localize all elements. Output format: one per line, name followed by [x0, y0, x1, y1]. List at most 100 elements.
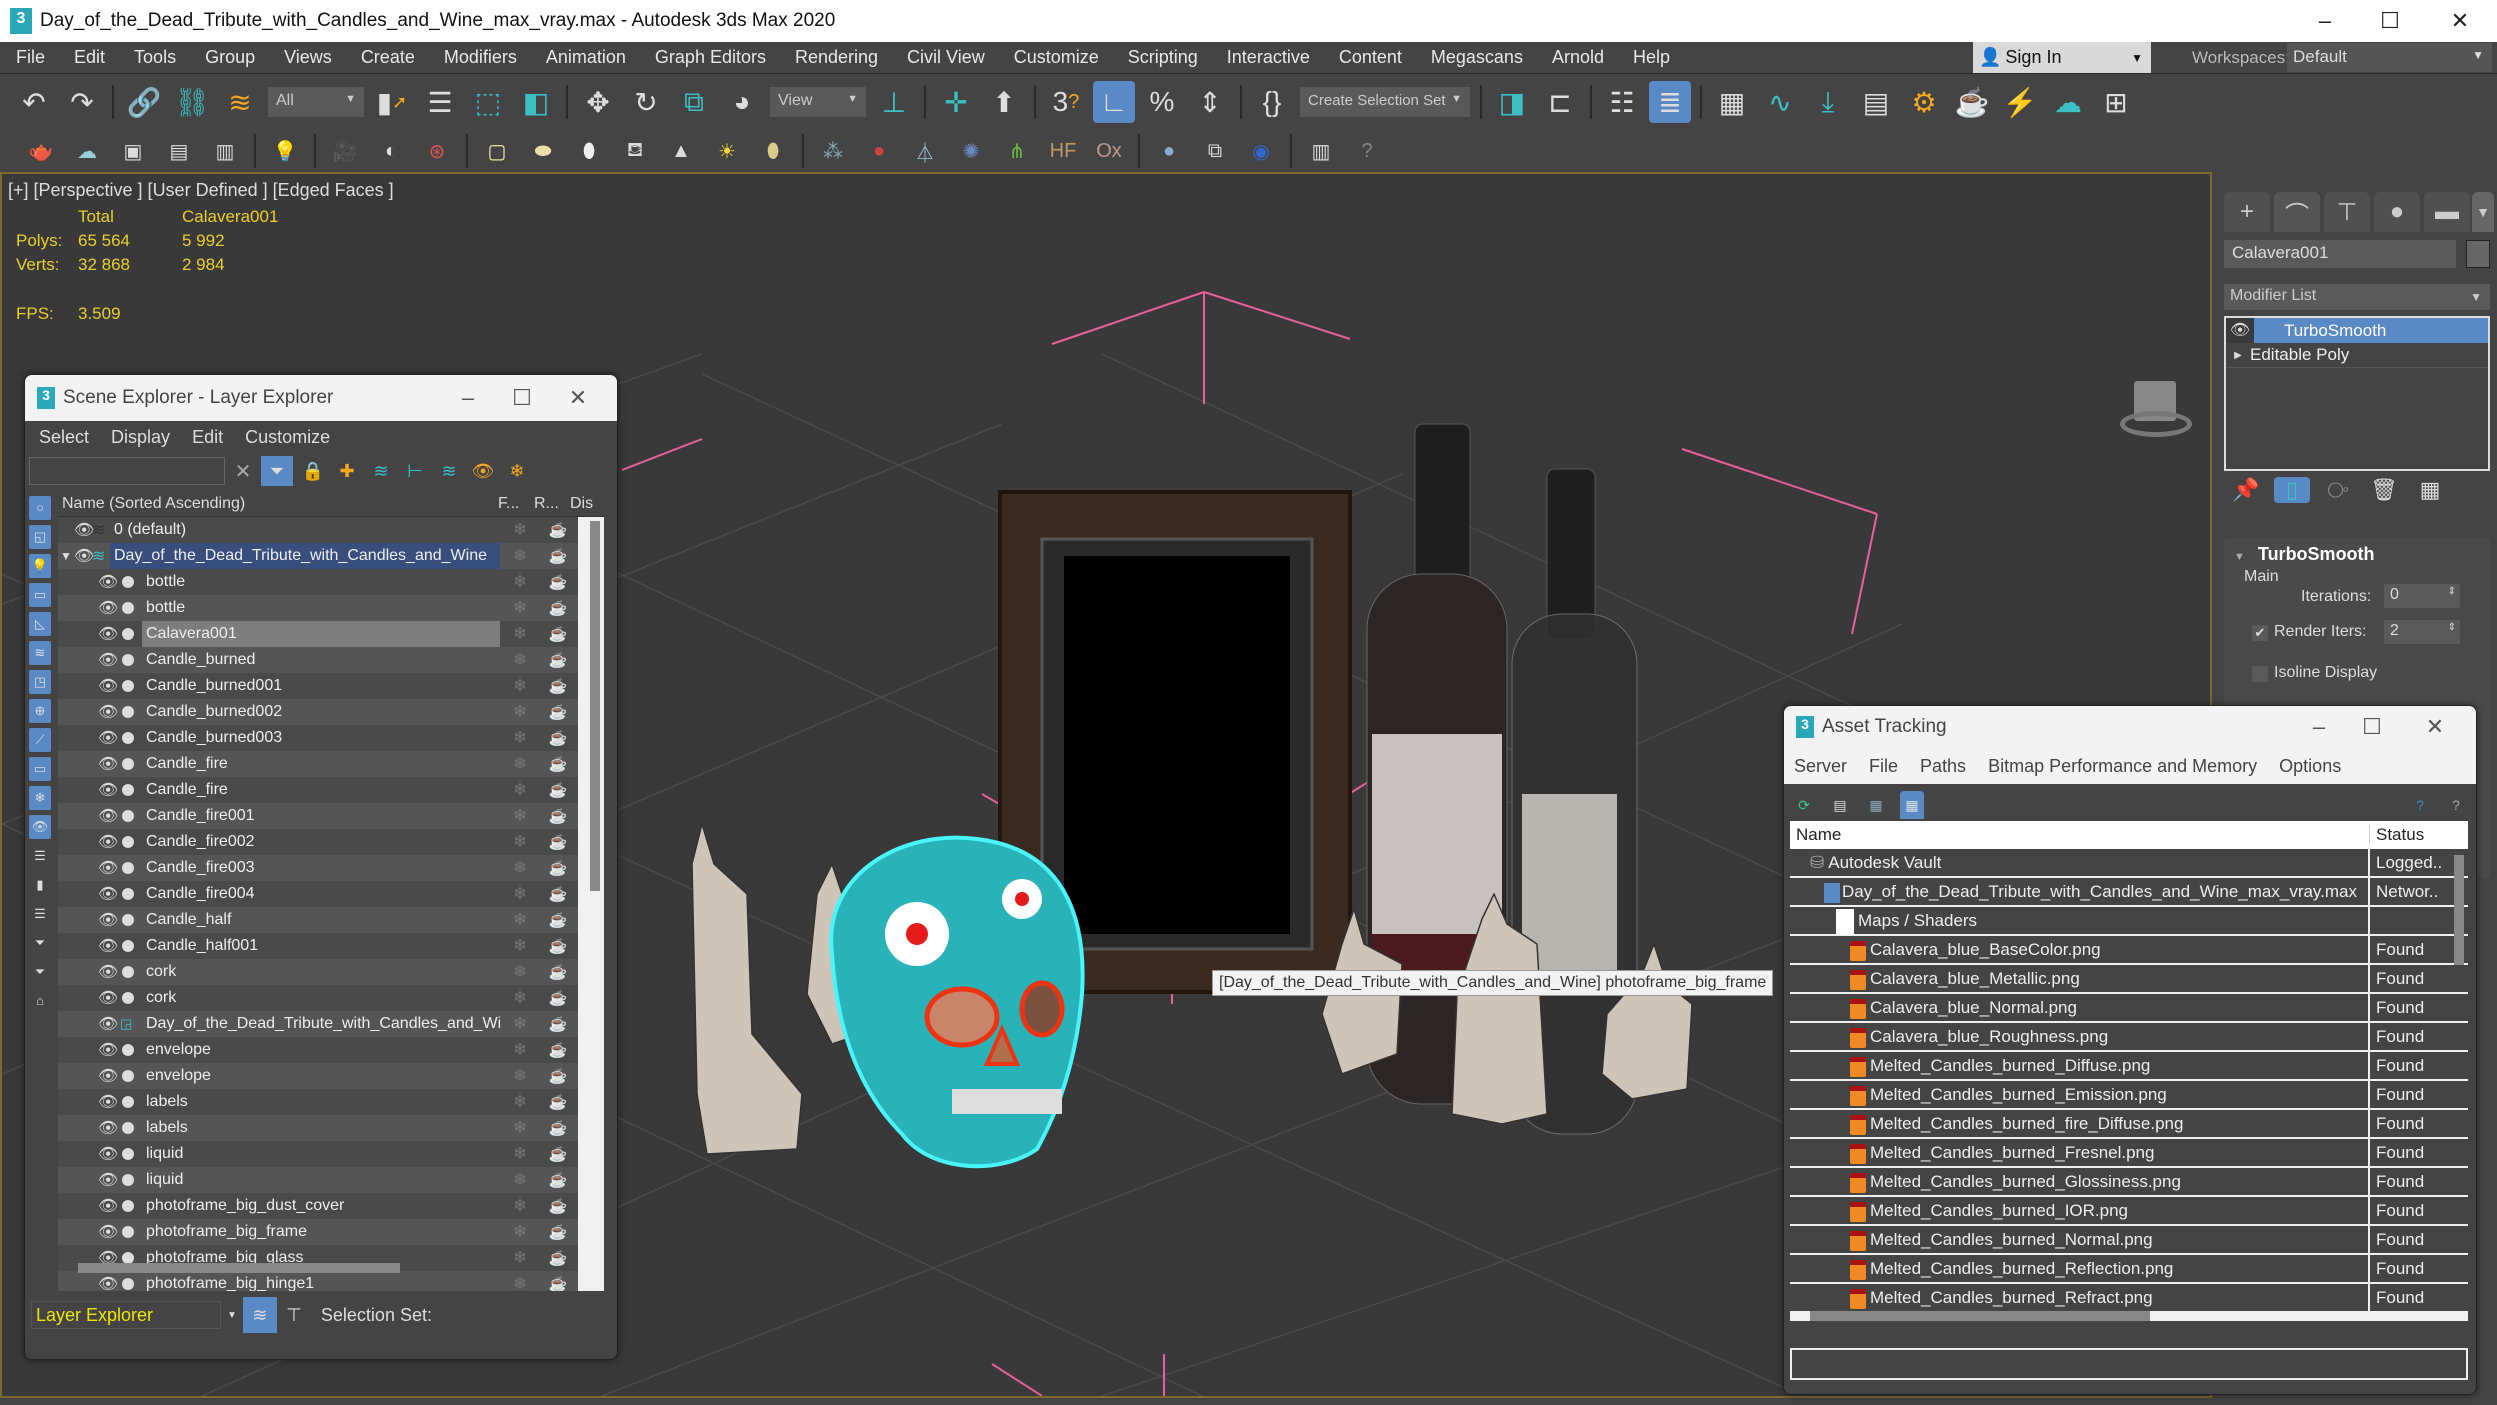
renderable-toggle-icon[interactable]: ☕: [540, 547, 576, 565]
eye-icon[interactable]: 👁: [98, 702, 118, 722]
sun-icon[interactable]: ☀: [707, 133, 747, 169]
freeze-toggle-icon[interactable]: ❄: [502, 1092, 538, 1112]
freeze-toggle-icon[interactable]: ❄: [502, 988, 538, 1008]
spinner-arrows-icon[interactable]: ⇕: [2448, 586, 2456, 597]
freeze-icon[interactable]: ❄: [503, 461, 531, 482]
asset-row[interactable]: Melted_Candles_burned_fire_Diffuse.png F…: [1790, 1109, 2468, 1139]
list-view-icon[interactable]: ▤: [1828, 797, 1852, 814]
eye-icon[interactable]: 👁: [98, 1222, 118, 1242]
asset-row[interactable]: Melted_Candles_burned_Normal.png Found: [1790, 1225, 2468, 1255]
freeze-toggle-icon[interactable]: ❄: [502, 598, 538, 618]
panel-icon[interactable]: ▤: [159, 133, 199, 169]
renderable-toggle-icon[interactable]: ☕: [540, 625, 576, 643]
object-row[interactable]: 👁 Candle_fire ❄ ☕: [58, 751, 578, 777]
spacewarps-filter-icon[interactable]: ≋: [29, 641, 51, 665]
menu-animation[interactable]: Animation: [530, 47, 639, 68]
freeze-toggle-icon[interactable]: ❄: [502, 1170, 538, 1190]
expand-triangle-icon[interactable]: ▶: [2226, 350, 2250, 361]
groups-filter-icon[interactable]: ◳: [29, 670, 51, 694]
object-name[interactable]: Candle_fire004: [142, 881, 500, 907]
schematic-view-icon[interactable]: ⤓: [1807, 81, 1849, 123]
object-row[interactable]: 👁 photoframe_big_hinge1 ❄ ☕: [58, 1271, 578, 1291]
containers-filter-icon[interactable]: ▭: [29, 757, 51, 781]
asset-row[interactable]: Melted_Candles_burned_Reflection.png Fou…: [1790, 1254, 2468, 1284]
frozen-filter-icon[interactable]: ❄: [29, 786, 51, 810]
eye-icon[interactable]: 👁: [98, 728, 118, 748]
layer-row[interactable]: ▼ 👁 ≋ Day_of_the_Dead_Tribute_with_Candl…: [58, 543, 578, 569]
menu-tools[interactable]: Tools: [118, 47, 189, 68]
renderable-toggle-icon[interactable]: ☕: [540, 1171, 576, 1189]
mesh-light-icon[interactable]: ⛾: [615, 133, 655, 169]
explorer-type-dropdown[interactable]: Layer Explorer: [31, 1301, 221, 1329]
renderable-toggle-icon[interactable]: ☕: [540, 885, 576, 903]
freeze-toggle-icon[interactable]: ❄: [502, 676, 538, 696]
freeze-toggle-icon[interactable]: ❄: [502, 780, 538, 800]
eye-icon[interactable]: 👁: [98, 650, 118, 670]
object-row[interactable]: 👁 envelope ❄ ☕: [58, 1063, 578, 1089]
object-name[interactable]: labels: [142, 1089, 500, 1115]
renderable-toggle-icon[interactable]: ☕: [540, 703, 576, 721]
named-selection-set-dropdown[interactable]: Create Selection Set ▼: [1300, 87, 1470, 117]
renderable-toggle-icon[interactable]: ☕: [540, 937, 576, 955]
object-row[interactable]: 👁 bottle ❄ ☕: [58, 595, 578, 621]
menu-arnold[interactable]: Arnold: [1536, 47, 1617, 68]
file-convert-icon[interactable]: ▥: [1301, 133, 1341, 169]
asset-row[interactable]: Melted_Candles_burned_Fresnel.png Found: [1790, 1138, 2468, 1168]
eye-icon[interactable]: 👁: [98, 1014, 118, 1034]
freeze-toggle-icon[interactable]: ❄: [502, 572, 538, 592]
modifier-list-dropdown[interactable]: Modifier List ▼: [2224, 284, 2490, 310]
renderable-toggle-icon[interactable]: ☕: [540, 1145, 576, 1163]
menu-server[interactable]: Server: [1794, 756, 1847, 777]
grass-icon[interactable]: ⋔: [997, 133, 1037, 169]
object-row[interactable]: 👁 cork ❄ ☕: [58, 985, 578, 1011]
thumbnail-view-icon[interactable]: ▦: [1864, 797, 1888, 814]
object-name[interactable]: photoframe_big_dust_cover: [142, 1193, 500, 1219]
renderable-toggle-icon[interactable]: ☕: [540, 1275, 576, 1291]
pin-stack-icon[interactable]: 📌: [2228, 477, 2264, 503]
motion-tab-icon[interactable]: ●: [2374, 192, 2420, 232]
freeze-toggle-icon[interactable]: ❄: [502, 1274, 538, 1291]
asset-row[interactable]: Melted_Candles_burned_Refract.png Found: [1790, 1283, 2468, 1313]
freeze-toggle-icon[interactable]: ❄: [502, 1196, 538, 1216]
freeze-toggle-icon[interactable]: ❄: [502, 754, 538, 774]
object-name[interactable]: Candle_fire001: [142, 803, 500, 829]
menu-create[interactable]: Create: [345, 47, 428, 68]
object-name[interactable]: envelope: [142, 1037, 500, 1063]
helpers-filter-icon[interactable]: ◺: [29, 612, 51, 636]
eye-icon[interactable]: 👁: [98, 1170, 118, 1190]
modifier-editable-poly[interactable]: Editable Poly: [2250, 345, 2349, 365]
camera-film-icon[interactable]: ⊛: [417, 133, 457, 169]
display-tab-icon[interactable]: ▬: [2424, 192, 2470, 232]
asset-row[interactable]: Melted_Candles_burned_Diffuse.png Found: [1790, 1051, 2468, 1081]
reference-coord-dropdown[interactable]: View ▼: [770, 87, 866, 117]
layer-row[interactable]: 👁 ≋ 0 (default) ❄ ☕: [58, 517, 578, 543]
redo-icon[interactable]: ↷: [61, 81, 103, 123]
object-color-swatch[interactable]: [2466, 240, 2490, 268]
freeze-toggle-icon[interactable]: ❄: [502, 910, 538, 930]
renderable-toggle-icon[interactable]: ☕: [540, 677, 576, 695]
freeze-toggle-icon[interactable]: ❄: [502, 1222, 538, 1242]
menu-content[interactable]: Content: [1323, 47, 1415, 68]
menu-edit[interactable]: Edit: [58, 47, 118, 68]
asset-row[interactable]: Calavera_blue_Normal.png Found: [1790, 993, 2468, 1023]
maximize-button[interactable]: ☐: [2347, 706, 2397, 748]
rect-selection-icon[interactable]: ⬚: [467, 81, 509, 123]
renderable-toggle-icon[interactable]: ☕: [540, 1119, 576, 1137]
show-end-result-icon[interactable]: ▯: [2274, 477, 2310, 503]
hierarchy-tab-icon[interactable]: ⊤: [2324, 192, 2370, 232]
filter-icon[interactable]: ⏷: [261, 456, 293, 486]
freeze-toggle-icon[interactable]: ❄: [502, 806, 538, 826]
undo-icon[interactable]: ↶: [13, 81, 55, 123]
close-button[interactable]: ✕: [2430, 0, 2490, 42]
edit-named-sets-icon[interactable]: {}: [1251, 81, 1293, 123]
dome-light-icon[interactable]: ⬬: [523, 133, 563, 169]
object-name[interactable]: Candle_half: [142, 907, 500, 933]
renderable-toggle-icon[interactable]: ☕: [540, 755, 576, 773]
object-row[interactable]: 👁 Candle_fire004 ❄ ☕: [58, 881, 578, 907]
render-iters-checkbox[interactable]: ✔: [2252, 625, 2268, 641]
instancer-icon[interactable]: ⁂: [813, 133, 853, 169]
eye-icon[interactable]: 👁: [98, 754, 118, 774]
object-name[interactable]: Candle_fire002: [142, 829, 500, 855]
eye-icon[interactable]: 👁: [98, 598, 118, 618]
move-icon[interactable]: ✥: [577, 81, 619, 123]
